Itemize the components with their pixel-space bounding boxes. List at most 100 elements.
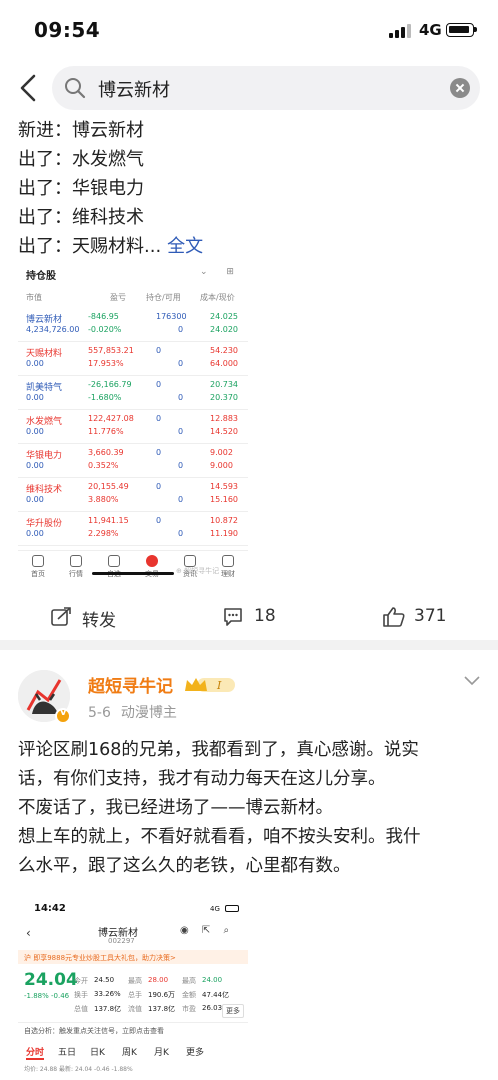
holding-row: 华升股份 0.00 11,941.15 2.298% 0 0 10.872 11.190	[18, 512, 248, 548]
holding-cost: 24.025	[210, 312, 238, 321]
holding-available: 0	[178, 393, 184, 402]
holding-row: 博云新材 4,234,726.00 -846.95 -0.020% 176300 0 24.…	[18, 308, 248, 344]
chart-tab: 更多	[186, 1048, 205, 1058]
network-type: 4G	[419, 21, 442, 39]
holding-row: 维科技术 0.00 20,155.49 3.880% 0 0 14.593 15.160	[18, 478, 248, 514]
more-button: 更多	[222, 1004, 244, 1018]
stat-value: 137.8亿	[94, 1005, 122, 1013]
holding-position: 0	[156, 380, 162, 389]
holding-pnl-pct: 2.298%	[88, 529, 119, 538]
holding-pnl: 20,155.49	[88, 482, 129, 491]
holding-price: 9.000	[210, 461, 233, 470]
stat-value: 33.26%	[94, 990, 121, 998]
search-query: 博云新材	[98, 80, 170, 101]
holding-pnl-pct: 17.953%	[88, 359, 124, 368]
holding-price: 11.190	[210, 529, 238, 538]
holding-pnl-pct: 3.880%	[88, 495, 119, 504]
author-name[interactable]: 超短寻牛记	[88, 672, 173, 697]
holding-available: 0	[178, 461, 184, 470]
status-bar: 09:54 4G	[0, 0, 498, 60]
search-input[interactable]: 博云新材	[52, 66, 480, 110]
comment-button[interactable]: 18	[222, 604, 292, 630]
holdings-tab: 首页	[18, 555, 58, 579]
comment-count: 18	[254, 606, 276, 626]
back-icon[interactable]	[14, 72, 44, 104]
clear-icon[interactable]	[450, 78, 470, 98]
author-role: 动漫博主	[120, 705, 177, 721]
holding-value: 0.00	[26, 461, 44, 470]
chart-tab: 周K	[122, 1048, 137, 1058]
holding-cost: 14.593	[210, 482, 238, 491]
stat-label: 市盈	[182, 1005, 196, 1013]
stat-label: 今开	[74, 977, 88, 985]
holding-row: 天赐材料 0.00 557,853.21 17.953% 0 0 54.230 64.000	[18, 342, 248, 378]
intraday-summary: 均价: 24.88 最新: 24.04 -0.46 -1.88%	[24, 1066, 133, 1073]
post1-text: 新进：博云新材 出了：水发燃气 出了：华银电力 出了：维科技术 出了：天赐材料.…	[18, 116, 478, 261]
stock-header-icons: ◉ ⇱ ⌕	[180, 925, 235, 936]
stat-value: 24.00	[202, 976, 223, 984]
holding-name: 博云新材	[26, 315, 63, 325]
post1-actions: 转发 18 371	[0, 596, 498, 638]
holding-price: 64.000	[210, 359, 238, 368]
holding-available: 0	[178, 529, 184, 538]
stock-price: 24.04	[24, 970, 78, 990]
repost-icon	[51, 607, 71, 626]
holding-price: 15.160	[210, 495, 238, 504]
holding-pnl: 3,660.39	[88, 448, 124, 457]
stat-label: 流值	[128, 1005, 142, 1013]
holding-available: 0	[178, 325, 184, 334]
post-line: 出了：水发燃气	[18, 149, 144, 170]
tab-icon	[70, 555, 82, 567]
tab-icon	[32, 555, 44, 567]
holding-position: 0	[156, 346, 162, 355]
stat-value: 137.8亿	[148, 1005, 176, 1013]
holdings-title: 持仓股	[26, 271, 56, 282]
level-badge: I	[185, 678, 235, 692]
full-text-link[interactable]: 全文	[167, 236, 203, 257]
like-button[interactable]: 371	[382, 604, 462, 630]
holding-cost: 10.872	[210, 516, 238, 525]
stat-label: 总手	[128, 991, 142, 999]
chart-tabs: 分时 五日 日K 周K 月K 更多	[18, 1042, 248, 1062]
holding-available: 0	[178, 427, 184, 436]
tab-icon	[146, 555, 158, 567]
holding-row: 华银电力 0.00 3,660.39 0.352% 0 0 9.002 9.000	[18, 444, 248, 480]
holdings-tab: 自选	[94, 555, 134, 579]
like-count: 371	[414, 606, 447, 626]
holdings-tab: 交易	[132, 555, 172, 579]
stat-value: 24.50	[94, 976, 115, 984]
holding-name: 维科技术	[26, 485, 63, 495]
stock-code: 002297	[108, 937, 135, 945]
stat-value: 47.44亿	[202, 991, 230, 999]
holding-pnl: 122,427.08	[88, 414, 134, 423]
promo-banner: 沪 即享9888元专业炒股工具大礼包，助力决策>	[18, 950, 248, 964]
holding-row: 凯美特气 0.00 -26,166.79 -1.680% 0 0 20.734 20.370	[18, 376, 248, 412]
holdings-image[interactable]: 持仓股 ⌄ ⊞ 市值 盈亏 持仓/可用 成本/现价 博云新材 4,234,726.…	[18, 262, 248, 580]
back-icon: ‹	[26, 926, 31, 940]
holding-value: 0.00	[26, 427, 44, 436]
holding-price: 20.370	[210, 393, 238, 402]
holding-available: 0	[178, 495, 184, 504]
chart-tab: 日K	[90, 1048, 105, 1058]
holding-position: 0	[156, 448, 162, 457]
repost-button[interactable]: 转发	[50, 604, 130, 631]
stock-image-network: 4G	[210, 905, 220, 913]
stat-label: 总值	[74, 1005, 88, 1013]
battery-icon	[446, 23, 477, 37]
chart-tab: 五日	[58, 1048, 77, 1058]
post-line: 出了：维科技术	[18, 207, 144, 228]
holding-pnl: 11,941.15	[88, 516, 129, 525]
stock-quote-image[interactable]: 14:42 4G ‹ 博云新材 002297 ◉ ⇱ ⌕ 沪 即享9888元专业…	[18, 896, 248, 1080]
stat-value: 28.00	[148, 976, 169, 984]
svg-text:I: I	[216, 679, 222, 692]
holding-pnl: -846.95	[88, 312, 119, 321]
post-line: 出了：华银电力	[18, 178, 144, 199]
holdings-columns: 市值 盈亏 持仓/可用 成本/现价	[26, 293, 235, 302]
holding-pnl: 557,853.21	[88, 346, 134, 355]
verified-badge	[55, 707, 71, 724]
comment-icon	[224, 608, 242, 626]
holding-name: 水发燃气	[26, 417, 63, 427]
holding-position: 0	[156, 414, 162, 423]
chevron-down-icon[interactable]	[464, 676, 480, 686]
holding-price: 14.520	[210, 427, 238, 436]
